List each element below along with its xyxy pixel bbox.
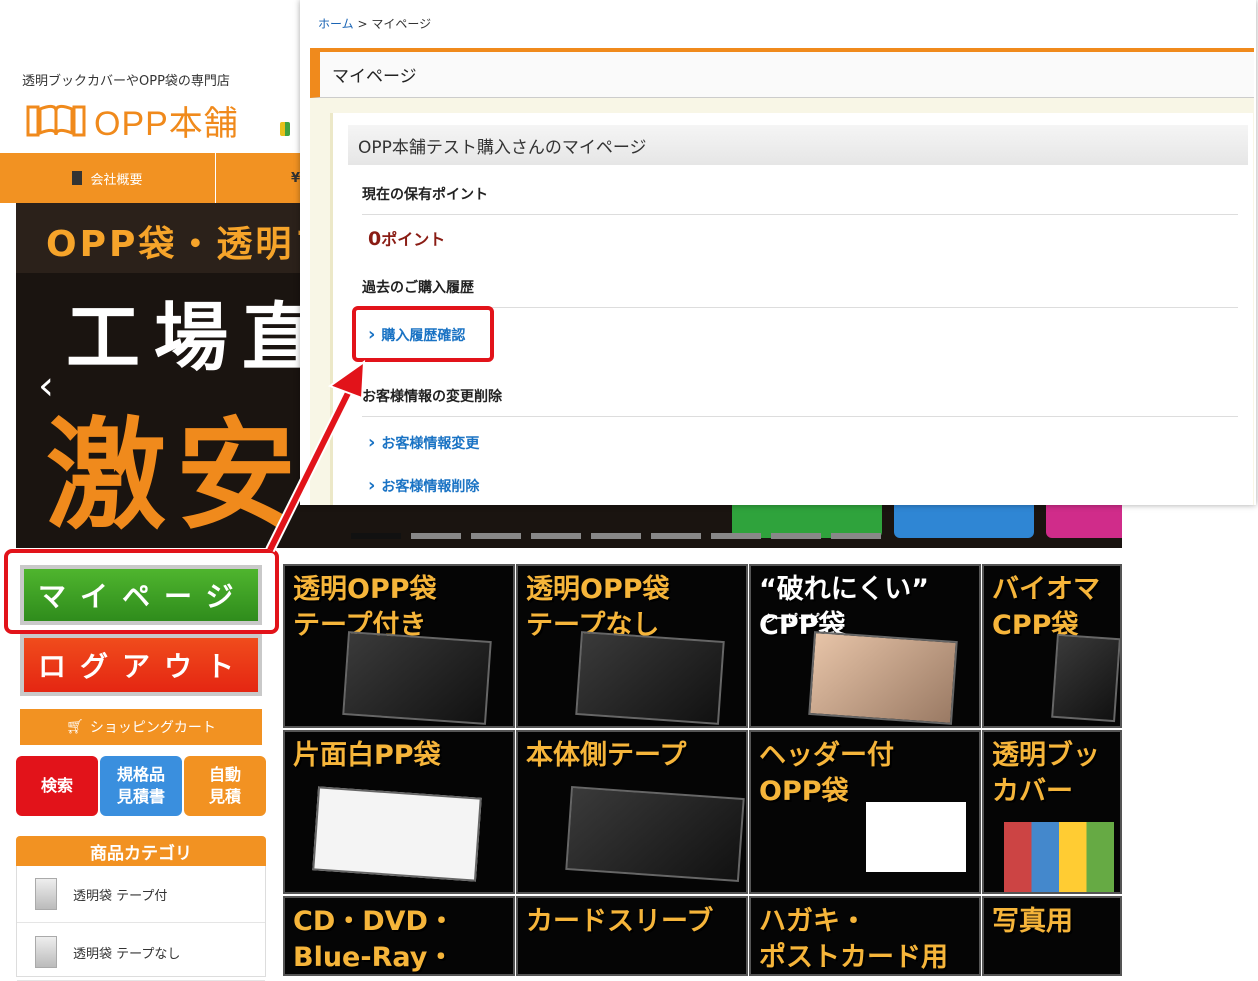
tile-title: 片面白PP袋 xyxy=(293,740,441,771)
points-value: 0ポイント xyxy=(368,226,445,250)
tile-title: 写真用 xyxy=(992,906,1073,937)
points-number: 0 xyxy=(368,228,382,250)
product-tile[interactable]: ヘッダー付 OPP袋 xyxy=(749,730,981,894)
hero-line3: 激安 xyxy=(46,407,306,546)
category-label: 透明袋 テープ付 xyxy=(73,888,168,904)
product-tile[interactable]: 片面白PP袋 xyxy=(283,730,515,894)
product-tile[interactable]: バイオマ CPP袋 xyxy=(982,564,1122,728)
points-unit: ポイント xyxy=(381,230,446,249)
logout-button[interactable]: ログアウト xyxy=(20,634,262,696)
header-card-image xyxy=(866,802,966,872)
book-logo-icon xyxy=(26,104,86,136)
breadcrumb: ホーム > マイページ xyxy=(318,15,431,32)
history-heading: 過去のご購入履歴 xyxy=(362,277,1238,308)
slider-dots xyxy=(351,533,881,539)
search-button[interactable]: 検索 xyxy=(16,756,98,816)
bag-image xyxy=(575,631,725,725)
bag-image xyxy=(1051,633,1120,723)
logo-text: OPP本舗 xyxy=(94,105,239,143)
nav-item-price[interactable]: ¥ xyxy=(216,153,300,203)
category-item[interactable]: 透明袋 テープなし xyxy=(17,924,265,981)
yen-icon: ¥ xyxy=(291,170,301,186)
category-list: 透明袋 テープ付 透明袋 テープなし xyxy=(16,866,266,981)
auto-quote-button[interactable]: 自動 見積 xyxy=(184,756,266,816)
slider-dot[interactable] xyxy=(711,533,761,539)
tile-title: ヘッダー付 OPP袋 xyxy=(759,740,894,807)
history-highlight-box xyxy=(352,306,494,362)
mypage-panel: ホーム > マイページ マイページ OPP本舗テスト購入さんのマイページ 現在の… xyxy=(300,0,1256,505)
product-tile[interactable]: CD・DVD・ Blue-Ray・ xyxy=(283,896,515,976)
page-title: マイページ xyxy=(310,48,1254,98)
product-tile[interactable]: 本体側テープ xyxy=(516,730,748,894)
greeting-bar: OPP本舗テスト購入さんのマイページ xyxy=(348,125,1248,165)
customer-info-edit-link[interactable]: お客様情報変更 xyxy=(368,432,479,453)
bag-thumbnail-icon xyxy=(35,878,57,910)
hero-line1: OPP袋・透明ブ xyxy=(46,224,334,265)
logout-button-label: ログアウト xyxy=(24,638,258,692)
product-tile[interactable]: カードスリーブ xyxy=(516,896,748,976)
standard-quote-button[interactable]: 規格品 見積書 xyxy=(100,756,182,816)
hand-image xyxy=(808,631,958,725)
site-tagline: 透明ブックカバーやOPP袋の専門店 xyxy=(22,74,230,89)
product-tile[interactable]: ハガキ・ ポストカード用 xyxy=(749,896,981,976)
breadcrumb-home-link[interactable]: ホーム xyxy=(318,17,354,31)
bag-thumbnail-icon xyxy=(35,936,57,968)
slider-dot[interactable] xyxy=(651,533,701,539)
points-heading: 現在の保有ポイント xyxy=(362,184,1238,215)
category-item[interactable]: 透明袋 テープ付 xyxy=(17,866,265,923)
slider-dot[interactable] xyxy=(591,533,641,539)
slider-dot[interactable] xyxy=(351,533,401,539)
nav-item-label: 会社概要 xyxy=(90,172,143,188)
tile-title: 本体側テープ xyxy=(526,740,687,771)
shopping-cart-button[interactable]: 🛒︎ ショッピングカート xyxy=(20,709,262,745)
tile-title: 透明ブッ カバー xyxy=(992,740,1100,807)
slider-dot[interactable] xyxy=(411,533,461,539)
cart-icon: 🛒︎ xyxy=(66,719,84,735)
nav-item-company[interactable]: 会社概要 xyxy=(0,153,215,203)
tile-title: ハガキ・ ポストカード用 xyxy=(759,906,948,973)
white-bag-image xyxy=(312,786,482,882)
cart-label: ショッピングカート xyxy=(89,720,216,736)
category-label: 透明袋 テープなし xyxy=(73,946,181,962)
top-navigation: 会社概要 ¥ xyxy=(0,153,300,203)
bag-image xyxy=(342,631,492,725)
breadcrumb-current: マイページ xyxy=(371,17,432,31)
product-tile[interactable]: 透明ブッ カバー xyxy=(982,730,1122,894)
site-logo[interactable]: OPP本舗 xyxy=(26,96,239,145)
tile-title: CD・DVD・ Blue-Ray・ xyxy=(293,906,455,973)
customer-info-delete-link[interactable]: お客様情報削除 xyxy=(368,475,479,496)
product-tile[interactable]: “破れにくい” CPP袋 シーピーピー xyxy=(749,564,981,728)
slider-dot[interactable] xyxy=(531,533,581,539)
customer-info-heading: お客様情報の変更削除 xyxy=(362,386,1238,417)
bag-image xyxy=(565,786,745,882)
product-tile[interactable]: 透明OPP袋 テープなし xyxy=(516,564,748,728)
slider-dot[interactable] xyxy=(471,533,521,539)
breadcrumb-separator: > xyxy=(357,17,368,31)
building-icon xyxy=(72,171,83,185)
books-image xyxy=(1004,822,1114,892)
slider-dot[interactable] xyxy=(831,533,881,539)
slider-dot[interactable] xyxy=(771,533,821,539)
beginner-mark-icon xyxy=(280,122,290,136)
mypage-highlight-box xyxy=(4,549,279,634)
tile-title: バイオマ CPP袋 xyxy=(992,574,1100,641)
tile-title: カードスリーブ xyxy=(526,906,714,937)
product-tile[interactable]: 写真用 xyxy=(982,896,1122,976)
category-heading: 商品カテゴリ xyxy=(16,836,266,866)
slider-prev-icon[interactable]: ‹ xyxy=(38,363,54,409)
tile-subtitle: シーピーピー xyxy=(765,612,831,625)
product-tile[interactable]: 透明OPP袋 テープ付き xyxy=(283,564,515,728)
